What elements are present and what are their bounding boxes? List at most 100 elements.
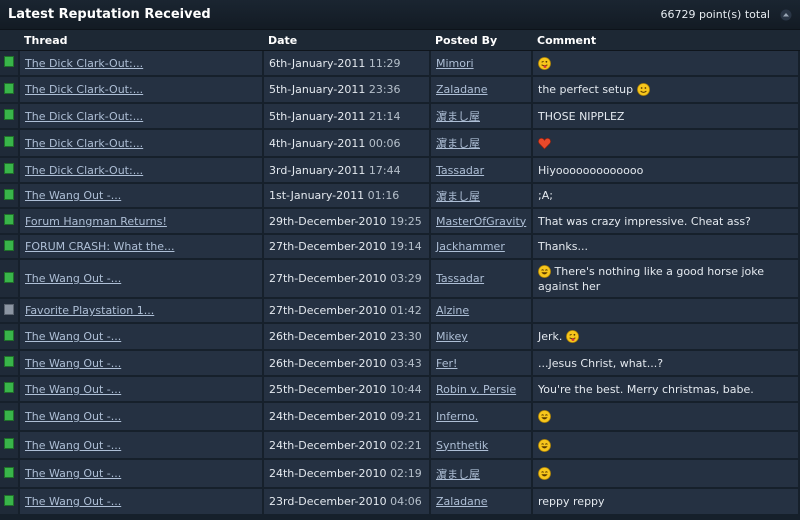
panel-title: Latest Reputation Received — [8, 7, 211, 22]
user-link[interactable]: Tassadar — [436, 272, 484, 285]
thread-link[interactable]: Forum Hangman Returns! — [25, 215, 167, 228]
comment-text: THOSE NIPPLEZ — [538, 109, 625, 123]
table-row: The Dick Clark-Out:... 4th-January-2011 0… — [0, 130, 800, 158]
indicator-cell — [0, 489, 20, 516]
comment-cell: Jerk. — [533, 324, 800, 351]
thread-header: Thread — [20, 30, 264, 51]
user-link[interactable]: Mimori — [436, 57, 474, 70]
time-value: 01:42 — [390, 304, 422, 317]
date-value: 6th-January-2011 — [269, 56, 366, 70]
thread-link[interactable]: The Wang Out -... — [25, 467, 121, 480]
posted-by-cell: Fer! — [431, 351, 533, 377]
thread-link[interactable]: The Wang Out -... — [25, 272, 121, 285]
comment-cell: ;A; — [533, 184, 800, 209]
thread-link[interactable]: The Dick Clark-Out:... — [25, 57, 143, 70]
thread-cell: The Wang Out -... — [20, 489, 264, 516]
thread-link[interactable]: The Dick Clark-Out:... — [25, 83, 143, 96]
thread-cell: The Wang Out -... — [20, 377, 264, 403]
user-link[interactable]: 濵まし屋 — [436, 190, 480, 203]
user-link[interactable]: Robin v. Persie — [436, 383, 516, 396]
reputation-panel: Latest Reputation Received 66729 point(s… — [0, 0, 800, 520]
table-row: The Wang Out -... 25th-December-2010 10:4… — [0, 377, 800, 403]
thread-link[interactable]: Favorite Playstation 1... — [25, 304, 154, 317]
comment-cell — [533, 51, 800, 77]
comment-cell — [533, 460, 800, 489]
comment-text: Hiyooooooooooooo — [538, 163, 644, 177]
time-value: 00:06 — [368, 136, 401, 150]
thread-cell: Favorite Playstation 1... — [20, 299, 264, 324]
date-value: 27th-December-2010 — [269, 240, 387, 253]
posted-by-cell: 濵まし屋 — [431, 460, 533, 489]
posted-by-header: Posted By — [431, 30, 533, 51]
thread-cell: The Wang Out -... — [20, 184, 264, 209]
thread-link[interactable]: FORUM CRASH: What the... — [25, 240, 174, 253]
comment-cell: That was crazy impressive. Cheat ass? — [533, 209, 800, 235]
table-row: The Wang Out -... 24th-December-2010 02:1… — [0, 460, 800, 489]
positive-rep-icon — [4, 188, 14, 200]
time-value: 01:16 — [367, 189, 400, 202]
table-row: The Wang Out -... 24th-December-2010 02:2… — [0, 432, 800, 460]
comment-text: There's nothing like a good horse joke a… — [538, 264, 765, 293]
indicator-cell — [0, 351, 20, 377]
date-cell: 29th-December-2010 19:25 — [264, 209, 431, 235]
thread-link[interactable]: The Dick Clark-Out:... — [25, 110, 143, 123]
table-row: The Wang Out -... 23rd-December-2010 04:0… — [0, 489, 800, 516]
indicator-cell — [0, 377, 20, 403]
user-link[interactable]: Mikey — [436, 330, 468, 343]
time-value: 10:44 — [390, 382, 422, 396]
user-link[interactable]: Alzine — [436, 304, 469, 317]
thread-link[interactable]: The Wang Out -... — [25, 495, 121, 508]
indicator-cell — [0, 235, 20, 260]
table-row: The Dick Clark-Out:... 3rd-January-2011 1… — [0, 158, 800, 184]
date-cell: 24th-December-2010 02:21 — [264, 432, 431, 460]
user-link[interactable]: Inferno. — [436, 410, 478, 423]
thread-cell: The Dick Clark-Out:... — [20, 51, 264, 77]
thread-link[interactable]: The Dick Clark-Out:... — [25, 137, 143, 150]
indicator-cell — [0, 77, 20, 104]
date-value: 24th-December-2010 — [269, 467, 387, 480]
thread-link[interactable]: The Wang Out -... — [25, 410, 121, 423]
posted-by-cell: Inferno. — [431, 403, 533, 432]
positive-rep-icon — [4, 136, 14, 147]
table-header-row: Thread Date Posted By Comment — [0, 30, 800, 51]
time-value: 09:21 — [390, 410, 422, 423]
user-link[interactable]: Zaladane — [436, 83, 488, 96]
thread-link[interactable]: The Wang Out -... — [25, 383, 121, 396]
date-cell: 24th-December-2010 09:21 — [264, 403, 431, 432]
comment-text: You're the best. Merry christmas, babe. — [538, 382, 754, 396]
table-row: The Dick Clark-Out:... 6th-January-2011 1… — [0, 51, 800, 77]
user-link[interactable]: 濵まし屋 — [436, 137, 480, 150]
comment-text: the perfect setup — [538, 83, 634, 96]
user-link[interactable]: Synthetik — [436, 439, 488, 452]
smile-smiley-icon — [636, 83, 650, 96]
time-value: 19:25 — [390, 214, 422, 228]
user-link[interactable]: MasterOfGravity — [436, 215, 526, 228]
user-link[interactable]: Fer! — [436, 357, 457, 370]
thread-cell: The Wang Out -... — [20, 460, 264, 489]
thread-cell: The Dick Clark-Out:... — [20, 158, 264, 184]
thread-link[interactable]: The Wang Out -... — [25, 357, 121, 370]
user-link[interactable]: 濵まし屋 — [436, 468, 480, 481]
user-link[interactable]: Jackhammer — [436, 240, 505, 253]
thread-link[interactable]: The Wang Out -... — [25, 439, 121, 452]
date-cell: 23rd-December-2010 04:06 — [264, 489, 431, 516]
user-link[interactable]: Tassadar — [436, 164, 484, 177]
thread-cell: The Wang Out -... — [20, 260, 264, 299]
indicator-cell — [0, 299, 20, 324]
thread-cell: Forum Hangman Returns! — [20, 209, 264, 235]
user-link[interactable]: 濵まし屋 — [436, 110, 480, 123]
collapse-icon[interactable] — [780, 9, 792, 21]
posted-by-cell: 濵まし屋 — [431, 130, 533, 158]
posted-by-cell: Synthetik — [431, 432, 533, 460]
indicator-cell — [0, 184, 20, 209]
date-cell: 5th-January-2011 23:36 — [264, 77, 431, 104]
thread-link[interactable]: The Wang Out -... — [25, 189, 121, 202]
positive-rep-icon — [4, 82, 14, 94]
table-row: The Wang Out -... 1st-January-2011 01:16 濵… — [0, 184, 800, 209]
time-value: 11:29 — [368, 56, 401, 70]
user-link[interactable]: Zaladane — [436, 495, 488, 508]
date-cell: 27th-December-2010 01:42 — [264, 299, 431, 324]
thread-link[interactable]: The Dick Clark-Out:... — [25, 164, 143, 177]
thread-link[interactable]: The Wang Out -... — [25, 330, 121, 343]
comment-cell: the perfect setup — [533, 77, 800, 104]
